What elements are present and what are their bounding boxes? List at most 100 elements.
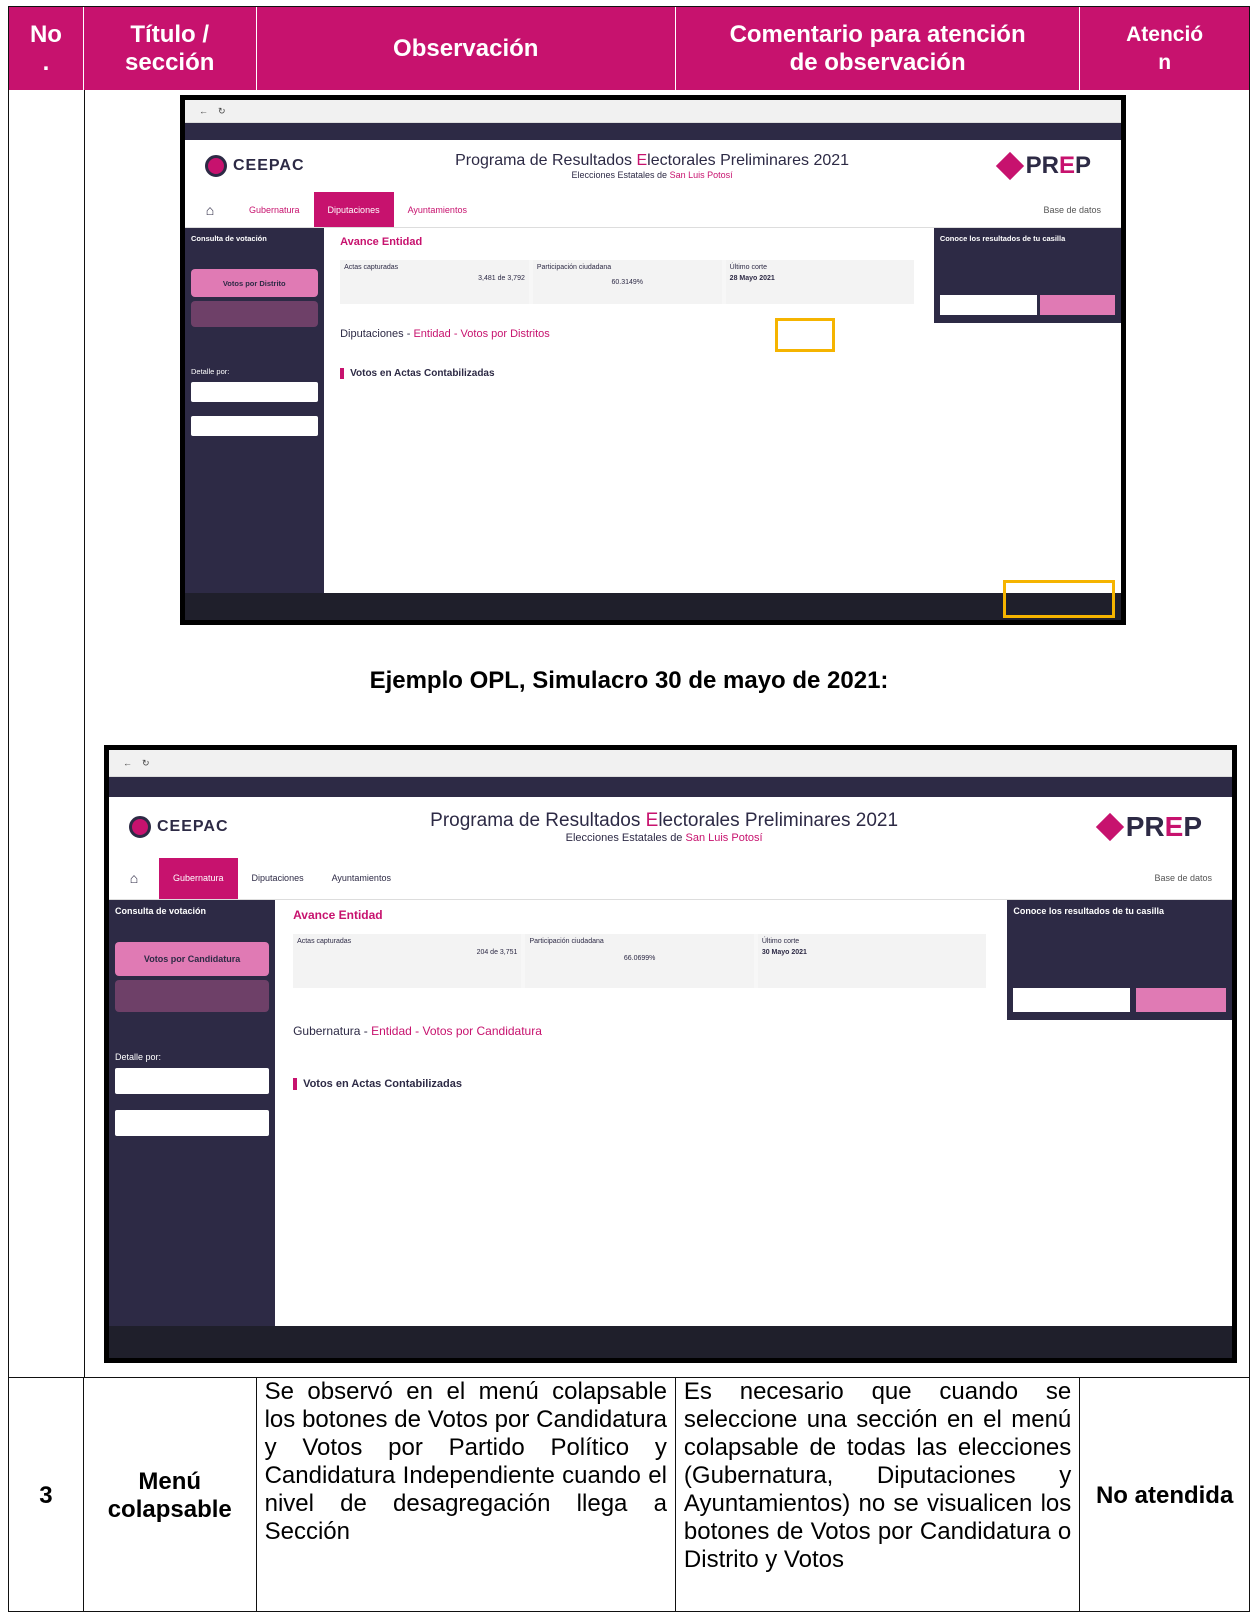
casilla-input[interactable]: [1013, 987, 1131, 1012]
home-icon[interactable]: ⌂: [185, 192, 235, 227]
actas-label: Actas capturadas: [297, 938, 352, 946]
title-pre: Programa de Resultados: [455, 152, 637, 170]
subtitle-place: San Luis Potosí: [685, 832, 763, 845]
last-cut-stat: Último corte 28 Mayo 2021: [725, 260, 915, 305]
stats-row: Actas capturadas 3,481 de 3,792 Participa…: [340, 260, 915, 305]
consulta-button[interactable]: [1136, 987, 1226, 1012]
highlight-box-corte: [775, 318, 835, 352]
screenshot-prep-gubernatura: ← ↻ CEEPAC Programa de Resultados Elector…: [104, 745, 1237, 1363]
screenshot-prep-diputaciones: ← ↻ CEEPAC Programa de Resultados Elector…: [180, 95, 1126, 625]
main-panel: Avance Entidad Actas capturadas 3,481 de …: [330, 228, 924, 593]
heading-mid: Entidad: [413, 328, 451, 341]
heading-post: - Votos por Distritos: [450, 328, 550, 341]
prep-logo: PREP: [1095, 811, 1202, 843]
tab-diputaciones[interactable]: Diputaciones: [238, 858, 318, 900]
brand-pre: PR: [1125, 811, 1165, 843]
detail-label: Detalle por:: [191, 367, 230, 377]
ceepac-logo: CEEPAC: [129, 816, 229, 839]
collapsible-menu: Consulta de votación Votos por Distrito …: [185, 228, 324, 593]
last-cut-stat: Último corte 30 Mayo 2021: [757, 934, 987, 989]
casilla-title: Conoce los resultados de tu casilla: [1013, 906, 1164, 917]
corte-value: 30 Mayo 2021: [761, 949, 807, 957]
header-comentario: Comentario para atención de observación: [676, 7, 1081, 90]
votes-by-district-button[interactable]: Votos por Distrito: [191, 269, 318, 298]
casilla-title: Conoce los resultados de tu casilla: [939, 234, 1066, 244]
consulta-button[interactable]: [1040, 295, 1115, 316]
header-atencion: Atenció n: [1126, 22, 1204, 74]
example-caption: Ejemplo OPL, Simulacro 30 de mayo de 202…: [369, 667, 889, 694]
reload-icon: ↻: [218, 105, 226, 116]
highlight-box-clock: [1003, 580, 1115, 618]
banner: CEEPAC Programa de Resultados Electorale…: [109, 796, 1232, 858]
district-select[interactable]: [115, 1068, 270, 1095]
brand-pre: PR: [1025, 152, 1059, 180]
database-link[interactable]: Base de datos: [1154, 858, 1232, 900]
detail-label: Detalle por:: [115, 1052, 162, 1063]
browser-bar: ← ↻: [185, 100, 1121, 124]
heading-post: - Votos por Candidatura: [411, 1024, 542, 1039]
org-name: CEEPAC: [157, 818, 229, 836]
corte-label: Último corte: [761, 938, 800, 946]
banner-title: Programa de Resultados Electorales Preli…: [430, 810, 898, 844]
tab-gubernatura[interactable]: Gubernatura: [159, 857, 238, 900]
org-name: CEEPAC: [233, 157, 305, 175]
reload-icon: ↻: [142, 757, 150, 768]
participation-stat: Participación ciudadana 60.3149%: [532, 260, 722, 305]
row-number: 3: [9, 1378, 84, 1612]
section-select[interactable]: [191, 416, 318, 437]
participation-value: 60.3149%: [611, 279, 644, 287]
election-tabs: ⌂ Gubernatura Diputaciones Ayuntamientos…: [185, 192, 1121, 229]
column-divider: [84, 90, 85, 1377]
actas-label: Actas capturadas: [344, 264, 399, 272]
casilla-panel: Conoce los resultados de tu casilla: [1007, 900, 1232, 1020]
heading-mid: Entidad: [371, 1024, 412, 1039]
tab-ayuntamientos[interactable]: Ayuntamientos: [394, 192, 481, 227]
votes-by-party-button[interactable]: [115, 980, 270, 1013]
back-icon: ←: [199, 106, 208, 117]
database-link[interactable]: Base de datos: [1043, 192, 1121, 227]
page-content: Consulta de votación Votos por Distrito …: [185, 228, 1121, 593]
section-select[interactable]: [115, 1110, 270, 1137]
tab-gubernatura[interactable]: Gubernatura: [235, 192, 314, 227]
tab-diputaciones[interactable]: Diputaciones: [313, 192, 394, 228]
title-post: lectorales Preliminares 2021: [647, 152, 850, 170]
votes-heading: Votos en Actas Contabilizadas: [293, 1078, 986, 1091]
title-e: E: [636, 152, 648, 170]
avance-title: Avance Entidad: [293, 908, 383, 923]
prep-logo: PREP: [995, 151, 1091, 181]
tab-ayuntamientos[interactable]: Ayuntamientos: [318, 858, 405, 900]
district-select[interactable]: [191, 382, 318, 403]
home-icon[interactable]: ⌂: [109, 858, 159, 900]
heading-pre: Diputaciones -: [340, 328, 414, 341]
banner-title: Programa de Resultados Electorales Preli…: [455, 152, 849, 180]
subtitle-pre: Elecciones Estatales de: [571, 170, 670, 181]
heading-pre: Gubernatura -: [293, 1024, 372, 1039]
casilla-panel: Conoce los resultados de tu casilla: [933, 228, 1121, 324]
title-post: lectorales Preliminares 2021: [658, 810, 899, 832]
logo-mark-icon: [205, 155, 227, 178]
election-tabs: ⌂ Gubernatura Diputaciones Ayuntamientos…: [109, 857, 1232, 901]
top-bar: [109, 777, 1232, 797]
table-row: 3 Menú colapsable Se observó en el menú …: [9, 1378, 1249, 1612]
brand-e: E: [1164, 811, 1184, 843]
title-e: E: [645, 810, 659, 832]
participation-label: Participación ciudadana: [529, 938, 604, 946]
actas-value: 3,481 de 3,792: [478, 275, 525, 283]
header-no: No .: [9, 7, 84, 90]
section-heading: Gubernatura - Entidad - Votos por Candid…: [293, 1024, 986, 1038]
row-attention-status: No atendida: [1095, 1481, 1234, 1509]
row-observation: Se observó en el menú colapsable los bot…: [257, 1378, 676, 1612]
brand-e: E: [1058, 152, 1075, 180]
side-title: Consulta de votación: [115, 906, 207, 917]
taskbar: [109, 1326, 1232, 1358]
casilla-input[interactable]: [939, 295, 1038, 316]
taskbar: [185, 592, 1121, 620]
votes-by-candidacy-button[interactable]: Votos por Candidatura: [115, 942, 270, 977]
actas-stat: Actas capturadas 204 de 3,751: [293, 934, 522, 989]
actas-stat: Actas capturadas 3,481 de 3,792: [340, 260, 529, 305]
votes-by-party-button[interactable]: [191, 301, 318, 328]
votes-heading: Votos en Actas Contabilizadas: [340, 368, 914, 380]
header-observacion: Observación: [257, 7, 676, 90]
logo-mark-icon: [129, 816, 151, 839]
top-bar: [185, 123, 1121, 141]
